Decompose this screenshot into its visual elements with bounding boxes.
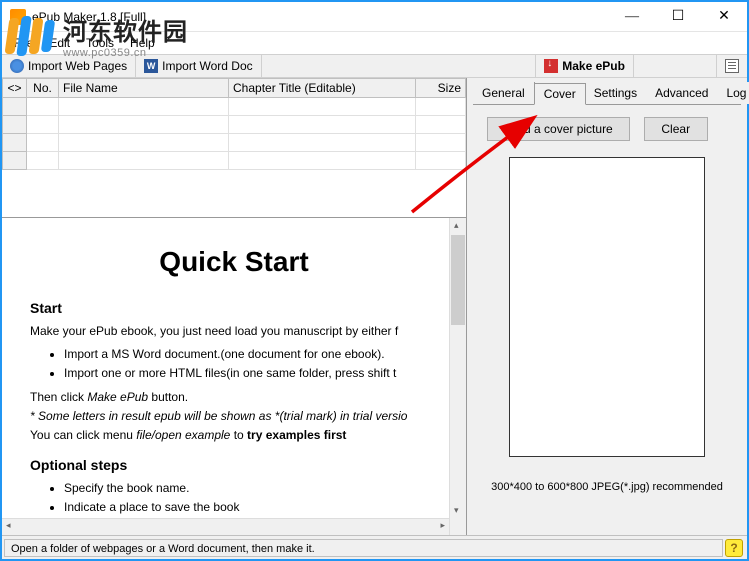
- menu-file[interactable]: File: [6, 34, 41, 52]
- cover-panel: Load a cover picture Clear 300*400 to 60…: [473, 105, 741, 505]
- globe-icon: [10, 59, 24, 73]
- import-web-pages-button[interactable]: Import Web Pages: [2, 55, 136, 77]
- word-icon: W: [144, 59, 158, 73]
- status-text: Open a folder of webpages or a Word docu…: [4, 539, 723, 557]
- tab-cover[interactable]: Cover: [534, 83, 586, 105]
- status-bar: Open a folder of webpages or a Word docu…: [2, 535, 747, 559]
- tab-log[interactable]: Log: [717, 82, 749, 104]
- epub-icon: [544, 59, 558, 73]
- minimize-button[interactable]: —: [609, 2, 655, 32]
- import-word-doc-button[interactable]: W Import Word Doc: [136, 55, 261, 77]
- right-tabs: General Cover Settings Advanced Log: [473, 82, 741, 105]
- title-bar: ePub Maker 1.8 [Full] — ☐ ✕: [2, 2, 747, 32]
- tab-advanced[interactable]: Advanced: [646, 82, 718, 104]
- toolbar: Import Web Pages W Import Word Doc Make …: [2, 54, 747, 78]
- make-epub-button[interactable]: Make ePub: [536, 55, 634, 77]
- preview-p2: Then click Make ePub button.: [30, 388, 438, 407]
- list-icon: [725, 59, 739, 73]
- table-row[interactable]: [3, 116, 466, 134]
- list-view-button[interactable]: [717, 55, 747, 77]
- preview-li: Indicate a place to save the book: [64, 498, 438, 517]
- preview-li: Import one or more HTML files(in one sam…: [64, 364, 438, 383]
- import-word-label: Import Word Doc: [162, 59, 252, 73]
- preview-panel: Quick Start Start Make your ePub ebook, …: [2, 218, 466, 535]
- table-row[interactable]: [3, 98, 466, 116]
- load-cover-button[interactable]: Load a cover picture: [487, 117, 630, 141]
- col-filename[interactable]: File Name: [59, 79, 229, 98]
- preview-li: Specify the book name.: [64, 479, 438, 498]
- table-row[interactable]: [3, 134, 466, 152]
- window-title: ePub Maker 1.8 [Full]: [32, 10, 609, 24]
- preview-h-start: Start: [30, 300, 438, 316]
- make-epub-label: Make ePub: [562, 59, 625, 73]
- tab-settings[interactable]: Settings: [585, 82, 647, 104]
- clear-cover-button[interactable]: Clear: [644, 117, 708, 141]
- menu-edit[interactable]: Edit: [41, 34, 78, 52]
- col-chapter[interactable]: Chapter Title (Editable): [229, 79, 416, 98]
- preview-h-optional: Optional steps: [30, 457, 438, 473]
- menu-bar: File Edit Tools Help: [2, 32, 747, 54]
- preview-p3: * Some letters in result epub will be sh…: [30, 407, 438, 426]
- maximize-button[interactable]: ☐: [655, 2, 701, 32]
- preview-p1: Make your ePub ebook, you just need load…: [30, 322, 438, 341]
- col-no[interactable]: No.: [27, 79, 59, 98]
- menu-tools[interactable]: Tools: [78, 34, 122, 52]
- cover-hint: 300*400 to 600*800 JPEG(*.jpg) recommend…: [481, 481, 733, 493]
- close-button[interactable]: ✕: [701, 2, 747, 32]
- cover-preview-box: [509, 157, 705, 457]
- import-web-label: Import Web Pages: [28, 59, 127, 73]
- preview-li: Import a MS Word document.(one document …: [64, 345, 438, 364]
- preview-p4: You can click menu file/open example to …: [30, 426, 438, 445]
- horizontal-scrollbar[interactable]: [2, 518, 449, 535]
- vertical-scrollbar[interactable]: [449, 218, 466, 535]
- tab-general[interactable]: General: [473, 82, 535, 104]
- menu-help[interactable]: Help: [122, 34, 163, 52]
- col-size[interactable]: Size: [416, 79, 466, 98]
- help-icon[interactable]: ?: [725, 539, 743, 557]
- file-table: <> No. File Name Chapter Title (Editable…: [2, 78, 466, 218]
- preview-title: Quick Start: [30, 246, 438, 278]
- table-row[interactable]: [3, 152, 466, 170]
- col-gutter[interactable]: <>: [3, 79, 27, 98]
- app-icon: [10, 9, 26, 25]
